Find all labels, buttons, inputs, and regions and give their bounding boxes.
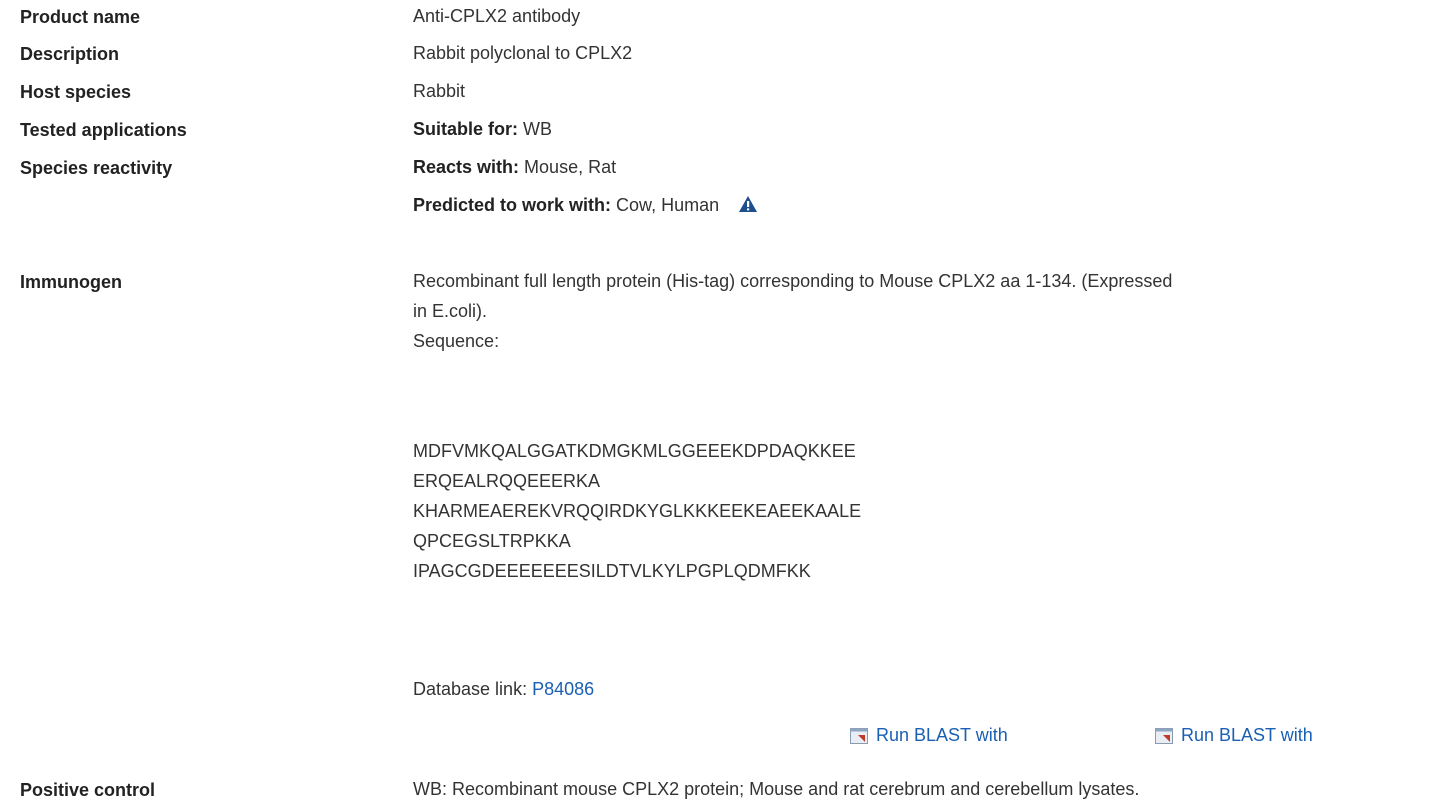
external-link-icon (1155, 727, 1173, 744)
immunogen-text-line-1: Recombinant full length protein (His-tag… (413, 271, 1173, 291)
product-name-label: Product name (20, 7, 141, 27)
host-species-value: Rabbit (413, 81, 466, 101)
database-link[interactable]: P84086 (532, 679, 594, 699)
host-species-label: Host species (20, 82, 132, 102)
predicted-prefix: Predicted to work with: (413, 195, 612, 215)
positive-control-label: Positive control (20, 780, 156, 800)
suitable-for-value: WB (523, 119, 553, 139)
run-blast-label: Run BLAST with (876, 725, 1008, 745)
tested-applications-value: Suitable for: WB (413, 114, 1423, 144)
species-reactivity-label: Species reactivity (20, 158, 173, 178)
external-link-icon (850, 727, 868, 744)
predicted-to-work-value: Predicted to work with: Cow, Human (413, 190, 1423, 222)
run-blast-label: Run BLAST with (1181, 725, 1313, 745)
immunogen-text-line-2: in E.coli). (413, 301, 488, 321)
description-label: Description (20, 44, 120, 64)
tested-applications-label: Tested applications (20, 120, 187, 140)
sequence-line: MDFVMKQALGGATKDMGKMLGGEEEKDPDAQKKEE (413, 441, 856, 461)
sequence-block: MDFVMKQALGGATKDMGKMLGGEEEKDPDAQKKEE ERQE… (413, 436, 1423, 586)
description-value: Rabbit polyclonal to CPLX2 (413, 43, 633, 63)
sequence-line: QPCEGSLTRPKKA (413, 531, 571, 551)
database-link-label: Database link: (413, 679, 528, 699)
suitable-for-prefix: Suitable for: (413, 119, 519, 139)
warning-triangle-icon[interactable] (738, 192, 758, 222)
reacts-with-species: Mouse, Rat (524, 157, 617, 177)
reacts-with-prefix: Reacts with: (413, 157, 520, 177)
run-blast-link-2[interactable]: Run BLAST with (1155, 725, 1313, 746)
sequence-line: IPAGCGDEEEEEEESILDTVLKYLPGPLQDMFKK (413, 561, 811, 581)
database-link-row: Database link: P84086 (413, 674, 1423, 704)
immunogen-text: Recombinant full length protein (His-tag… (413, 266, 1423, 356)
product-name-value: Anti-CPLX2 antibody (413, 6, 581, 26)
sequence-label: Sequence: (413, 331, 500, 351)
reacts-with-value: Reacts with: Mouse, Rat (413, 152, 1423, 182)
run-blast-link-1[interactable]: Run BLAST with (850, 725, 1008, 746)
predicted-species: Cow, Human (616, 195, 720, 215)
sequence-line: ERQEALRQQEEERKA (413, 471, 601, 491)
sequence-line: KHARMEAEREKVRQQIRDKYGLKKKEEKEAEEKAALE (413, 501, 862, 521)
immunogen-label: Immunogen (20, 272, 122, 292)
